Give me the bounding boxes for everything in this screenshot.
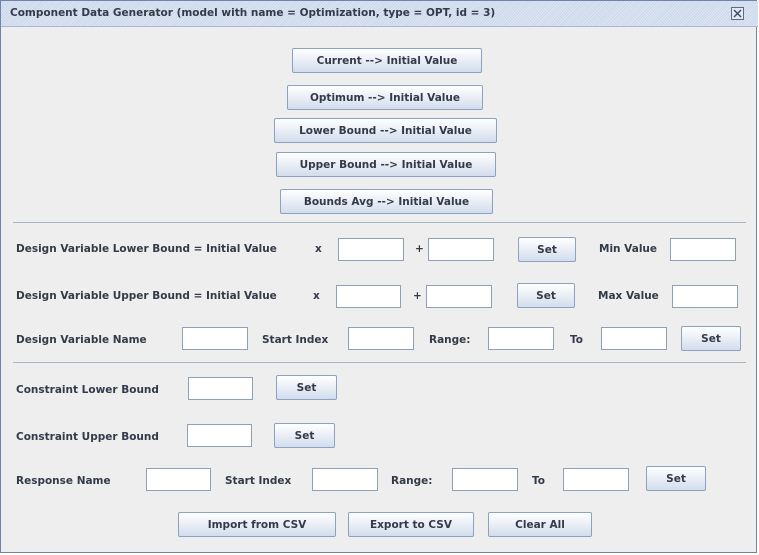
- section-divider: [13, 362, 746, 363]
- dv-upper-set-button[interactable]: Set: [517, 283, 575, 308]
- constraint-lower-label: Constraint Lower Bound: [16, 384, 159, 396]
- dv-upper-offset-input[interactable]: [426, 285, 492, 308]
- dv-upper-bound-label: Design Variable Upper Bound = Initial Va…: [16, 290, 277, 302]
- response-start-index-label: Start Index: [225, 475, 292, 487]
- response-name-input[interactable]: [146, 468, 211, 491]
- dv-to-input[interactable]: [601, 327, 667, 350]
- response-name-label: Response Name: [16, 475, 111, 487]
- clear-all-button[interactable]: Clear All: [488, 512, 592, 537]
- dv-upper-factor-input[interactable]: [336, 285, 401, 308]
- close-button[interactable]: [731, 7, 744, 20]
- dv-start-index-label: Start Index: [262, 334, 329, 346]
- dialog-window: Component Data Generator (model with nam…: [0, 0, 758, 553]
- min-value-label: Min Value: [599, 243, 658, 255]
- bounds-avg-to-initial-button[interactable]: Bounds Avg --> Initial Value: [280, 189, 493, 214]
- response-start-index-input[interactable]: [312, 468, 378, 491]
- response-to-input[interactable]: [563, 468, 629, 491]
- response-range-label: Range:: [391, 475, 433, 487]
- current-to-initial-button[interactable]: Current --> Initial Value: [292, 48, 482, 73]
- optimum-to-initial-button[interactable]: Optimum --> Initial Value: [287, 85, 483, 110]
- lower-bound-to-initial-button[interactable]: Lower Bound --> Initial Value: [274, 118, 497, 143]
- response-to-label: To: [532, 475, 545, 487]
- dv-name-input[interactable]: [182, 327, 248, 350]
- dv-name-label: Design Variable Name: [16, 334, 147, 346]
- dv-range-input[interactable]: [488, 327, 554, 350]
- response-set-button[interactable]: Set: [646, 466, 706, 491]
- max-value-input[interactable]: [672, 285, 738, 308]
- dv-to-label: To: [570, 334, 583, 346]
- section-divider: [13, 222, 746, 223]
- export-csv-button[interactable]: Export to CSV: [348, 512, 474, 537]
- response-range-input[interactable]: [452, 468, 518, 491]
- dv-lower-factor-input[interactable]: [338, 238, 404, 261]
- dv-start-index-input[interactable]: [348, 327, 414, 350]
- constraint-lower-input[interactable]: [188, 377, 253, 400]
- title-bar[interactable]: Component Data Generator (model with nam…: [1, 1, 758, 27]
- multiply-sign: x: [315, 243, 322, 255]
- close-icon: [733, 9, 742, 18]
- max-value-label: Max Value: [598, 290, 659, 302]
- window-title: Component Data Generator (model with nam…: [10, 7, 496, 19]
- dv-lower-set-button[interactable]: Set: [518, 237, 576, 262]
- dv-lower-offset-input[interactable]: [428, 238, 494, 261]
- dv-name-set-button[interactable]: Set: [681, 326, 741, 351]
- constraint-upper-set-button[interactable]: Set: [274, 423, 335, 448]
- dv-range-label: Range:: [429, 334, 471, 346]
- min-value-input[interactable]: [670, 238, 736, 261]
- upper-bound-to-initial-button[interactable]: Upper Bound --> Initial Value: [276, 152, 496, 177]
- dv-lower-bound-label: Design Variable Lower Bound = Initial Va…: [16, 243, 277, 255]
- plus-sign: +: [415, 243, 424, 255]
- constraint-upper-input[interactable]: [187, 424, 252, 447]
- constraint-lower-set-button[interactable]: Set: [276, 375, 337, 400]
- multiply-sign: x: [313, 290, 320, 302]
- constraint-upper-label: Constraint Upper Bound: [16, 431, 159, 443]
- plus-sign: +: [413, 290, 422, 302]
- import-csv-button[interactable]: Import from CSV: [178, 512, 336, 537]
